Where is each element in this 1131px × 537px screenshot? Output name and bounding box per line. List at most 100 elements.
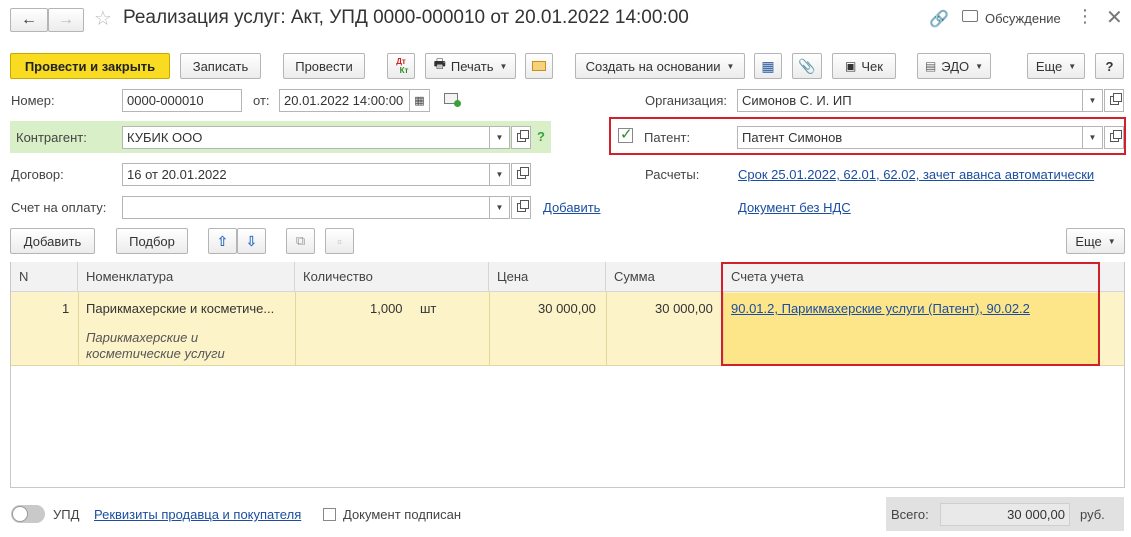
requisites-link[interactable]: Реквизиты продавца и покупателя (94, 507, 301, 522)
date-field[interactable]: 20.01.2022 14:00:00 (279, 89, 410, 112)
patent-dropdown[interactable]: ▼ (1083, 126, 1103, 149)
invoice-field[interactable] (122, 196, 490, 219)
edo-button[interactable]: ▤ ЭДО ▼ (917, 53, 991, 79)
dt-kt-button[interactable]: Дт Кт (387, 53, 415, 79)
discussion-icon[interactable] (962, 10, 978, 22)
envelope-icon (532, 61, 546, 71)
total-label: Всего: (891, 507, 929, 522)
copy-row-button[interactable]: ⧉ (286, 228, 315, 254)
patent-field[interactable]: Патент Симонов (737, 126, 1083, 149)
row-price[interactable]: 30 000,00 (538, 301, 596, 316)
patent-checkbox[interactable]: ✓ (618, 126, 633, 143)
calendar-button[interactable]: ▦ (410, 89, 430, 112)
print-button[interactable]: 🖶 Печать ▼ (425, 53, 516, 79)
column-header-price[interactable]: Цена (489, 262, 606, 292)
arrow-down-icon: ⇩ (245, 232, 258, 249)
calendar-icon: ▦ (414, 95, 425, 107)
arrow-right-icon: → (58, 11, 74, 28)
window-title: Реализация услуг: Акт, УПД 0000-000010 о… (123, 7, 689, 28)
back-button[interactable]: ← (10, 8, 48, 32)
total-field: 30 000,00 (940, 503, 1070, 526)
invoice-dropdown[interactable]: ▼ (490, 196, 510, 219)
row-unit[interactable]: шт (420, 301, 436, 316)
accounts-highlight-box (721, 262, 1100, 366)
paperclip-icon: 📎 (798, 57, 816, 74)
signed-checkbox[interactable] (323, 508, 336, 521)
contractor-help-icon[interactable]: ? (537, 129, 545, 144)
move-up-button[interactable]: ⇧ (208, 228, 237, 254)
organization-label: Организация: (645, 93, 728, 108)
organization-field[interactable]: Симонов С. И. ИП (737, 89, 1083, 112)
row-item[interactable]: Парикмахерские и косметиче... (86, 301, 274, 316)
upd-toggle[interactable] (11, 505, 45, 523)
signed-label: Документ подписан (343, 507, 462, 522)
column-header-sum[interactable]: Сумма (606, 262, 723, 292)
open-form-icon (1109, 130, 1122, 142)
paste-row-button[interactable]: ▫ (325, 228, 354, 254)
organization-open-button[interactable] (1104, 89, 1124, 112)
more-vertical-icon[interactable]: ⋮ (1076, 6, 1094, 27)
dt-kt-icon: Дт (396, 57, 406, 66)
toggle-knob (12, 506, 28, 522)
contractor-field[interactable]: КУБИК ООО (122, 126, 490, 149)
help-button[interactable]: ? (1095, 53, 1124, 79)
row-sum[interactable]: 30 000,00 (655, 301, 713, 316)
structure-button[interactable]: ▦ (754, 53, 782, 79)
contractor-label: Контрагент: (16, 130, 87, 145)
organization-dropdown[interactable]: ▼ (1083, 89, 1103, 112)
contractor-open-button[interactable] (511, 126, 531, 149)
currency-label: руб. (1080, 507, 1105, 522)
row-item-description: Парикмахерские и (86, 330, 199, 345)
cash-register-icon: ▣ (845, 59, 857, 73)
settlements-link[interactable]: Срок 25.01.2022, 62.01, 62.02, зачет ава… (738, 167, 1094, 182)
contractor-dropdown[interactable]: ▼ (490, 126, 510, 149)
patent-label: Патент: (644, 130, 691, 145)
table-add-button[interactable]: Добавить (10, 228, 95, 254)
number-label: Номер: (11, 93, 55, 108)
upd-label: УПД (53, 507, 80, 522)
vat-document-link[interactable]: Документ без НДС (738, 200, 851, 215)
open-form-icon (516, 167, 529, 179)
move-down-button[interactable]: ⇩ (237, 228, 266, 254)
column-header-item[interactable]: Номенклатура (78, 262, 295, 292)
status-icon[interactable] (444, 93, 461, 107)
open-form-icon (516, 130, 529, 142)
post-and-close-button[interactable]: Провести и закрыть (10, 53, 170, 79)
open-form-icon (516, 200, 529, 212)
email-button[interactable] (525, 53, 553, 79)
date-label: от: (253, 93, 270, 108)
contract-open-button[interactable] (511, 163, 531, 186)
link-icon[interactable]: 🔗 (929, 9, 949, 29)
checkmark-icon: ✓ (620, 126, 633, 143)
create-based-on-button[interactable]: Создать на основании ▼ (575, 53, 745, 79)
invoice-open-button[interactable] (511, 196, 531, 219)
forward-button[interactable]: → (48, 8, 84, 32)
contract-dropdown[interactable]: ▼ (490, 163, 510, 186)
paste-icon: ▫ (337, 233, 342, 249)
contract-label: Договор: (11, 167, 64, 182)
row-quantity[interactable]: 1,000 (370, 301, 403, 316)
invoice-add-link[interactable]: Добавить (543, 200, 600, 215)
column-header-quantity[interactable]: Количество (295, 262, 489, 292)
table-more-button[interactable]: Еще ▼ (1066, 228, 1125, 254)
row-number: 1 (62, 301, 70, 316)
patent-open-button[interactable] (1104, 126, 1124, 149)
table-pick-button[interactable]: Подбор (116, 228, 188, 254)
attachments-button[interactable]: 📎 (792, 53, 822, 79)
copy-icon: ⧉ (295, 233, 306, 248)
arrow-left-icon: ← (21, 11, 37, 28)
close-icon[interactable]: ✕ (1106, 5, 1123, 30)
receipt-button[interactable]: ▣ Чек (832, 53, 896, 79)
contract-field[interactable]: 16 от 20.01.2022 (122, 163, 490, 186)
hierarchy-icon: ▦ (761, 57, 775, 74)
save-button[interactable]: Записать (180, 53, 261, 79)
number-field[interactable]: 0000-000010 (122, 89, 242, 112)
post-button[interactable]: Провести (283, 53, 365, 79)
discussion-label[interactable]: Обсуждение (985, 11, 1061, 26)
column-header-n[interactable]: N (11, 262, 78, 292)
printer-icon: 🖶 (433, 56, 446, 71)
invoice-label: Счет на оплату: (11, 200, 107, 215)
more-button[interactable]: Еще ▼ (1027, 53, 1085, 79)
favorite-star-icon[interactable]: ☆ (94, 6, 112, 31)
open-form-icon (1109, 93, 1122, 105)
